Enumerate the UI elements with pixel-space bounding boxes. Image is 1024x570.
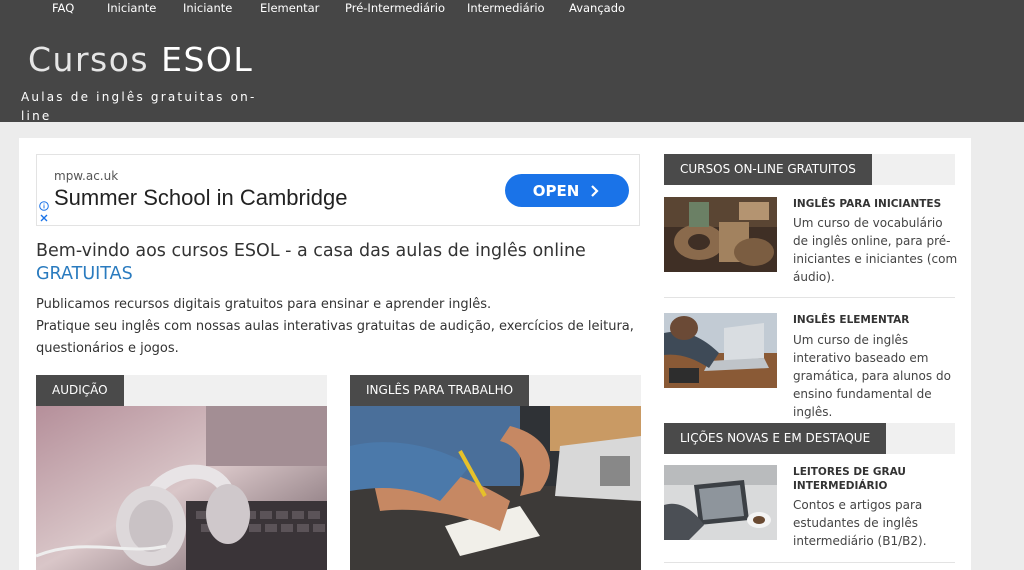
card-label-audicao[interactable]: AUDIÇÃO bbox=[36, 375, 124, 406]
sidebar-heading-cursos: CURSOS ON-LINE GRATUITOS bbox=[664, 154, 955, 185]
sidebar-item-elementar[interactable]: INGLÊS ELEMENTAR Um curso de inglês inte… bbox=[664, 313, 958, 419]
nav-avancado[interactable]: Avançado bbox=[569, 1, 625, 15]
headphones-image[interactable] bbox=[36, 406, 327, 570]
sidebar-divider bbox=[664, 297, 955, 298]
site-title-light: Cursos bbox=[28, 40, 150, 79]
nav-pre-intermediario[interactable]: Pré-Intermediário bbox=[345, 1, 445, 15]
site-header: FAQ Iniciante Iniciante Elementar Pré-In… bbox=[0, 0, 1024, 123]
ad-open-button[interactable]: OPEN bbox=[505, 174, 629, 207]
site-title-bold: ESOL bbox=[161, 40, 254, 79]
card-ingles-para-trabalho[interactable]: INGLÊS PARA TRABALHO bbox=[350, 375, 641, 570]
intro-text: Publicamos recursos digitais gratuitos p… bbox=[36, 294, 636, 360]
card-audicao[interactable]: AUDIÇÃO bbox=[36, 375, 327, 570]
nav-iniciante-1[interactable]: Iniciante bbox=[107, 1, 156, 15]
info-icon[interactable] bbox=[39, 201, 49, 211]
tablet-thumbnail[interactable] bbox=[664, 465, 777, 540]
sidebar-divider bbox=[664, 562, 955, 563]
ad-domain: mpw.ac.uk bbox=[54, 169, 119, 183]
ad-banner[interactable]: mpw.ac.uk Summer School in Cambridge OPE… bbox=[36, 154, 640, 226]
nav-elementar[interactable]: Elementar bbox=[260, 1, 319, 15]
laptop-thumbnail[interactable] bbox=[664, 313, 777, 388]
writing-image[interactable] bbox=[350, 406, 641, 570]
welcome-heading: Bem-vindo aos cursos ESOL - a casa das a… bbox=[36, 240, 596, 286]
ad-title[interactable]: Summer School in Cambridge bbox=[54, 185, 347, 211]
intro-line-2: Pratique seu inglês com nossas aulas int… bbox=[36, 319, 634, 356]
sidebar-item-title[interactable]: INGLÊS ELEMENTAR bbox=[793, 313, 958, 327]
sidebar-heading-licoes-label: LIÇÕES NOVAS E EM DESTAQUE bbox=[664, 423, 887, 454]
welcome-title: Bem-vindo aos cursos ESOL - a casa das a… bbox=[36, 241, 586, 261]
sidebar-item-leitores[interactable]: LEITORES DE GRAU INTERMEDIÁRIO Contos e … bbox=[664, 465, 955, 560]
sidebar-item-desc: Contos e artigos para estudantes de ingl… bbox=[793, 498, 927, 548]
sidebar-item-desc: Um curso de vocabulário de inglês online… bbox=[793, 216, 958, 284]
sidebar-heading-licoes: LIÇÕES NOVAS E EM DESTAQUE bbox=[664, 423, 955, 454]
close-icon[interactable] bbox=[39, 213, 49, 223]
intro-line-1: Publicamos recursos digitais gratuitos p… bbox=[36, 297, 492, 312]
nav-intermediario[interactable]: Intermediário bbox=[467, 1, 545, 15]
site-tagline: Aulas de inglês gratuitas on-line bbox=[21, 90, 257, 123]
nav-iniciante-2[interactable]: Iniciante bbox=[183, 1, 232, 15]
letters-thumbnail[interactable] bbox=[664, 197, 777, 272]
sidebar-item-desc: Um curso de inglês interativo baseado em… bbox=[793, 333, 951, 419]
welcome-title-accent: GRATUITAS bbox=[36, 264, 133, 284]
card-label-trabalho[interactable]: INGLÊS PARA TRABALHO bbox=[350, 375, 530, 406]
nav-faq[interactable]: FAQ bbox=[52, 1, 74, 15]
sidebar-item-title[interactable]: LEITORES DE GRAU INTERMEDIÁRIO bbox=[793, 465, 958, 493]
sidebar-heading-cursos-label: CURSOS ON-LINE GRATUITOS bbox=[664, 154, 872, 185]
site-title[interactable]: Cursos ESOL bbox=[28, 40, 253, 79]
sidebar-item-title[interactable]: INGLÊS PARA INICIANTES bbox=[793, 197, 958, 211]
top-nav: FAQ Iniciante Iniciante Elementar Pré-In… bbox=[0, 0, 1024, 18]
chevron-right-icon bbox=[591, 184, 599, 197]
ad-open-label: OPEN bbox=[532, 181, 580, 200]
sidebar-item-iniciantes[interactable]: INGLÊS PARA INICIANTES Um curso de vocab… bbox=[664, 197, 958, 292]
